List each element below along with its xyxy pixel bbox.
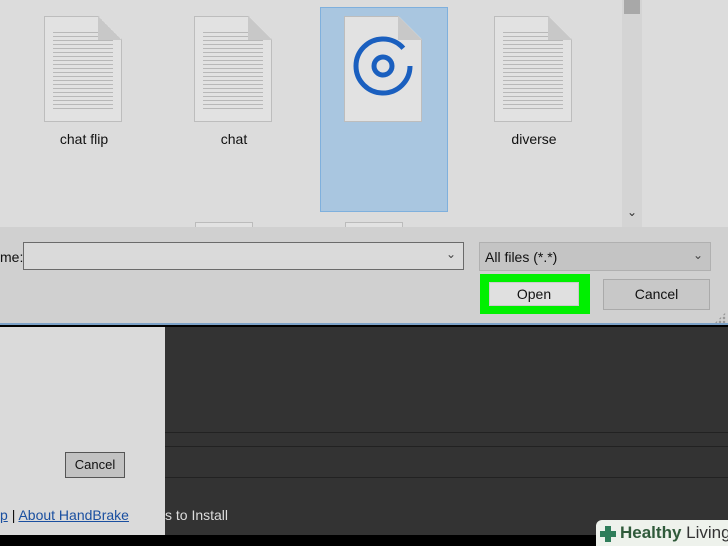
footer-links: p | About HandBrake [0, 507, 129, 523]
handbrake-cancel-button[interactable]: Cancel [65, 452, 125, 478]
scroll-down-icon[interactable]: ⌄ [624, 205, 640, 223]
filename-input[interactable] [23, 242, 464, 270]
divider [165, 477, 728, 478]
open-button[interactable]: Open [489, 282, 579, 306]
file-type-select[interactable]: All files (*.*) [479, 242, 711, 271]
chevron-down-icon[interactable]: ⌄ [446, 247, 456, 261]
file-name: chat [220, 131, 248, 147]
file-item-chat-flip[interactable]: chat flip [20, 0, 148, 212]
file-item-diverse[interactable]: diverse [470, 0, 598, 212]
file-item-selected-music[interactable] [320, 0, 448, 212]
cancel-button[interactable]: Cancel [603, 279, 710, 310]
divider [165, 446, 728, 447]
handbrake-panel [0, 327, 165, 535]
brand-bold: Healthy [620, 523, 682, 542]
file-item-chat[interactable]: chat [170, 0, 298, 212]
divider [165, 432, 728, 433]
install-text: s to Install [165, 507, 229, 523]
chevron-down-icon[interactable]: ⌄ [693, 248, 703, 262]
handbrake-dark-area [165, 327, 728, 535]
right-pane [642, 0, 728, 227]
file-name: chat flip [59, 131, 109, 147]
medical-cross-icon [600, 526, 616, 542]
filename-label: me: [0, 249, 24, 265]
file-name: diverse [511, 131, 557, 147]
link-separator: | [11, 507, 16, 523]
help-link[interactable]: p [0, 507, 8, 523]
about-handbrake-link[interactable]: About HandBrake [18, 507, 129, 523]
scrollbar-thumb[interactable] [624, 0, 640, 14]
vertical-scrollbar[interactable] [622, 0, 642, 227]
brand-light: Living [681, 523, 728, 542]
